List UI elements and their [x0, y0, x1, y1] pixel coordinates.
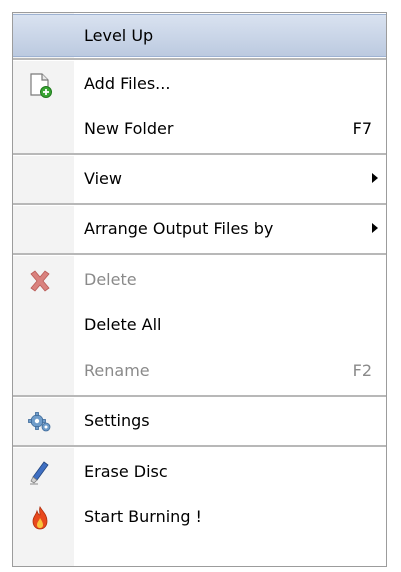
menu-item-erase-disc[interactable]: Erase Disc — [13, 450, 386, 493]
menu-item-label: New Folder — [84, 119, 174, 138]
menu-item-label: View — [84, 169, 122, 188]
menu-item-shortcut: F2 — [352, 361, 372, 380]
menu-item-settings[interactable]: Settings — [13, 399, 386, 442]
menu-item-label: Delete — [84, 270, 137, 289]
menu-separator — [13, 153, 386, 156]
menu-item-label: Level Up — [84, 26, 154, 45]
menu-separator — [13, 445, 386, 448]
menu-item-add-files[interactable]: Add Files... — [13, 62, 386, 105]
menu-item-new-folder[interactable]: New Folder F7 — [13, 107, 386, 150]
menu-item-rename[interactable]: Rename F2 — [13, 349, 386, 392]
delete-x-icon — [27, 268, 53, 294]
menu-item-label: Add Files... — [84, 74, 171, 93]
menu-item-delete-all[interactable]: Delete All — [13, 303, 386, 346]
menu-separator — [13, 395, 386, 398]
eraser-icon — [27, 460, 53, 486]
submenu-arrow-icon — [372, 223, 378, 233]
menu-item-label: Delete All — [84, 315, 162, 334]
menu-item-label: Erase Disc — [84, 462, 168, 481]
menu-item-shortcut: F7 — [352, 119, 372, 138]
context-menu: Level Up Add Files... New Folder F7 View… — [12, 12, 387, 567]
menu-separator — [13, 203, 386, 206]
menu-item-label: Rename — [84, 361, 150, 380]
flame-icon — [27, 505, 53, 531]
menu-separator — [13, 253, 386, 256]
menu-item-label: Arrange Output Files by — [84, 219, 274, 238]
add-file-icon — [27, 72, 53, 98]
menu-item-delete[interactable]: Delete — [13, 258, 386, 301]
menu-separator — [13, 58, 386, 61]
submenu-arrow-icon — [372, 173, 378, 183]
menu-item-level-up[interactable]: Level Up — [13, 14, 386, 57]
menu-item-label: Settings — [84, 411, 150, 430]
menu-item-start-burning[interactable]: Start Burning ! — [13, 495, 386, 538]
menu-item-label: Start Burning ! — [84, 507, 202, 526]
gear-icon — [27, 409, 53, 435]
menu-item-view[interactable]: View — [13, 157, 386, 200]
menu-item-arrange-output-files[interactable]: Arrange Output Files by — [13, 207, 386, 250]
